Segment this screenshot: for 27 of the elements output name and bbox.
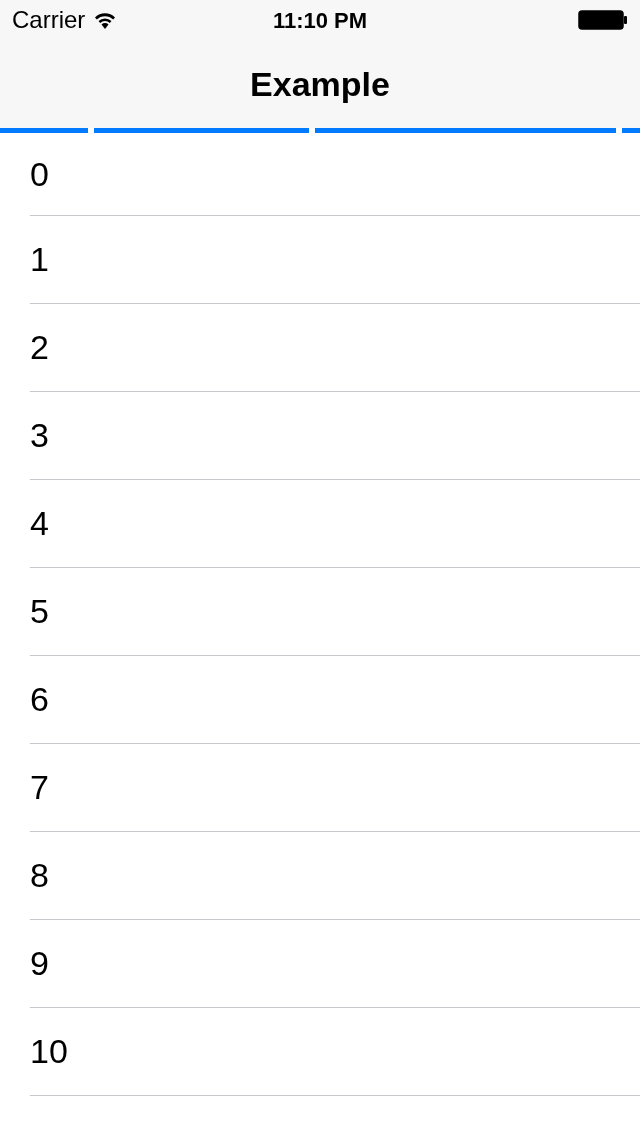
list-row[interactable]: 1 [0,216,640,303]
row-label: 8 [30,855,49,896]
list-row[interactable]: 0 [0,133,640,215]
row-label: 0 [30,153,49,195]
status-time: 11:10 PM [272,6,368,35]
list-row[interactable]: 3 [0,392,640,479]
nav-title: Example [250,63,390,105]
row-label: 5 [30,591,49,632]
list-row[interactable]: 8 [0,832,640,919]
list-row[interactable]: 6 [0,656,640,743]
list-row[interactable]: 5 [0,568,640,655]
row-label: 1 [30,239,49,280]
row-label: 10 [30,1031,68,1072]
row-label: 9 [30,943,49,984]
row-label: 6 [30,679,49,720]
list-row[interactable]: 9 [0,920,640,1007]
row-label: 4 [30,503,49,544]
carrier-label: Carrier [12,5,86,35]
list-row[interactable]: 10 [0,1008,640,1095]
wifi-icon [93,11,118,29]
list-row[interactable]: 4 [0,480,640,567]
row-label: 3 [30,415,49,456]
row-label: 7 [30,767,49,808]
list-row[interactable]: 2 [0,304,640,391]
battery-icon [578,10,628,30]
list-row[interactable]: 7 [0,744,640,831]
row-label: 2 [30,327,49,368]
